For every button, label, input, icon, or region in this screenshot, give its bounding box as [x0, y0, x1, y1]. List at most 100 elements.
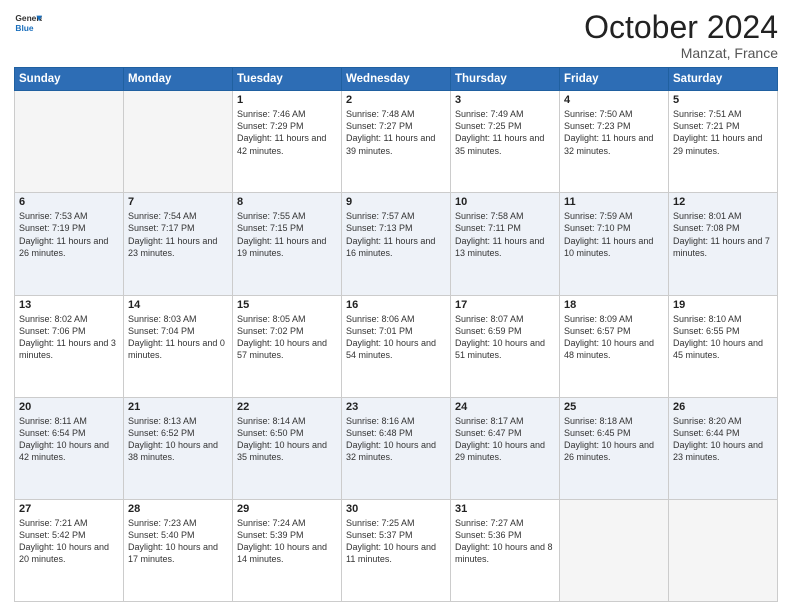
calendar-cell: 26 Sunrise: 8:20 AM Sunset: 6:44 PM Dayli…: [669, 397, 778, 499]
svg-text:Blue: Blue: [15, 23, 33, 33]
day-number: 1: [237, 94, 337, 106]
day-info: Sunrise: 7:46 AM Sunset: 7:29 PM Dayligh…: [237, 108, 337, 157]
title-block: October 2024 Manzat, France: [584, 10, 778, 61]
day-info: Sunrise: 7:53 AM Sunset: 7:19 PM Dayligh…: [19, 210, 119, 259]
day-number: 4: [564, 94, 664, 106]
day-info: Sunrise: 8:10 AM Sunset: 6:55 PM Dayligh…: [673, 313, 773, 362]
calendar-week-5: 27 Sunrise: 7:21 AM Sunset: 5:42 PM Dayli…: [15, 499, 778, 601]
calendar-cell: 24 Sunrise: 8:17 AM Sunset: 6:47 PM Dayli…: [451, 397, 560, 499]
day-info: Sunrise: 7:58 AM Sunset: 7:11 PM Dayligh…: [455, 210, 555, 259]
calendar-cell: 20Sunrise: 8:11 AM Sunset: 6:54 PM Dayli…: [15, 397, 124, 499]
calendar-cell: 2Sunrise: 7:48 AM Sunset: 7:27 PM Daylig…: [342, 91, 451, 193]
calendar-cell: 10 Sunrise: 7:58 AM Sunset: 7:11 PM Dayli…: [451, 193, 560, 295]
day-number: 5: [673, 94, 773, 106]
day-info: Sunrise: 7:21 AM Sunset: 5:42 PM Dayligh…: [19, 517, 119, 566]
day-info: Sunrise: 8:03 AM Sunset: 7:04 PM Dayligh…: [128, 313, 228, 362]
calendar-cell: [15, 91, 124, 193]
calendar-cell: 1 Sunrise: 7:46 AM Sunset: 7:29 PM Daylig…: [233, 91, 342, 193]
day-info: Sunrise: 8:01 AM Sunset: 7:08 PM Dayligh…: [673, 210, 773, 259]
calendar-header-monday: Monday: [124, 68, 233, 91]
calendar-header-wednesday: Wednesday: [342, 68, 451, 91]
day-info: Sunrise: 8:07 AM Sunset: 6:59 PM Dayligh…: [455, 313, 555, 362]
calendar-table: SundayMondayTuesdayWednesdayThursdayFrid…: [14, 67, 778, 602]
day-number: 25: [564, 401, 664, 413]
calendar-cell: 19 Sunrise: 8:10 AM Sunset: 6:55 PM Dayli…: [669, 295, 778, 397]
calendar-cell: [560, 499, 669, 601]
calendar-cell: 8 Sunrise: 7:55 AM Sunset: 7:15 PM Daylig…: [233, 193, 342, 295]
day-info: Sunrise: 8:20 AM Sunset: 6:44 PM Dayligh…: [673, 415, 773, 464]
day-info: Sunrise: 8:14 AM Sunset: 6:50 PM Dayligh…: [237, 415, 337, 464]
calendar-header-row: SundayMondayTuesdayWednesdayThursdayFrid…: [15, 68, 778, 91]
logo-icon: General Blue: [14, 10, 42, 38]
day-info: Sunrise: 8:09 AM Sunset: 6:57 PM Dayligh…: [564, 313, 664, 362]
day-number: 29: [237, 503, 337, 515]
calendar-cell: 21 Sunrise: 8:13 AM Sunset: 6:52 PM Dayli…: [124, 397, 233, 499]
day-info: Sunrise: 8:13 AM Sunset: 6:52 PM Dayligh…: [128, 415, 228, 464]
day-number: 17: [455, 299, 555, 311]
calendar-cell: 29 Sunrise: 7:24 AM Sunset: 5:39 PM Dayli…: [233, 499, 342, 601]
calendar-cell: 13Sunrise: 8:02 AM Sunset: 7:06 PM Dayli…: [15, 295, 124, 397]
day-number: 10: [455, 196, 555, 208]
day-number: 12: [673, 196, 773, 208]
day-number: 23: [346, 401, 446, 413]
day-number: 3: [455, 94, 555, 106]
calendar-cell: 16Sunrise: 8:06 AM Sunset: 7:01 PM Dayli…: [342, 295, 451, 397]
day-info: Sunrise: 7:57 AM Sunset: 7:13 PM Dayligh…: [346, 210, 446, 259]
day-number: 11: [564, 196, 664, 208]
day-number: 16: [346, 299, 446, 311]
day-info: Sunrise: 7:59 AM Sunset: 7:10 PM Dayligh…: [564, 210, 664, 259]
day-info: Sunrise: 7:25 AM Sunset: 5:37 PM Dayligh…: [346, 517, 446, 566]
calendar-cell: 12 Sunrise: 8:01 AM Sunset: 7:08 PM Dayli…: [669, 193, 778, 295]
day-info: Sunrise: 7:51 AM Sunset: 7:21 PM Dayligh…: [673, 108, 773, 157]
calendar-body: 1 Sunrise: 7:46 AM Sunset: 7:29 PM Daylig…: [15, 91, 778, 602]
calendar-header-sunday: Sunday: [15, 68, 124, 91]
calendar-cell: 9 Sunrise: 7:57 AM Sunset: 7:13 PM Daylig…: [342, 193, 451, 295]
day-info: Sunrise: 7:24 AM Sunset: 5:39 PM Dayligh…: [237, 517, 337, 566]
calendar-header-saturday: Saturday: [669, 68, 778, 91]
day-number: 2: [346, 94, 446, 106]
day-number: 22: [237, 401, 337, 413]
header: General Blue October 2024 Manzat, France: [14, 10, 778, 61]
calendar-header-friday: Friday: [560, 68, 669, 91]
day-info: Sunrise: 7:27 AM Sunset: 5:36 PM Dayligh…: [455, 517, 555, 566]
location-title: Manzat, France: [584, 45, 778, 61]
day-number: 30: [346, 503, 446, 515]
calendar-week-2: 6 Sunrise: 7:53 AM Sunset: 7:19 PM Daylig…: [15, 193, 778, 295]
day-info: Sunrise: 7:54 AM Sunset: 7:17 PM Dayligh…: [128, 210, 228, 259]
calendar-cell: 17 Sunrise: 8:07 AM Sunset: 6:59 PM Dayli…: [451, 295, 560, 397]
day-number: 8: [237, 196, 337, 208]
day-number: 26: [673, 401, 773, 413]
day-number: 18: [564, 299, 664, 311]
calendar-cell: 22 Sunrise: 8:14 AM Sunset: 6:50 PM Dayli…: [233, 397, 342, 499]
day-info: Sunrise: 7:55 AM Sunset: 7:15 PM Dayligh…: [237, 210, 337, 259]
day-number: 19: [673, 299, 773, 311]
day-number: 24: [455, 401, 555, 413]
day-number: 15: [237, 299, 337, 311]
day-number: 9: [346, 196, 446, 208]
day-info: Sunrise: 8:16 AM Sunset: 6:48 PM Dayligh…: [346, 415, 446, 464]
day-info: Sunrise: 8:18 AM Sunset: 6:45 PM Dayligh…: [564, 415, 664, 464]
day-number: 6: [19, 196, 119, 208]
day-info: Sunrise: 7:49 AM Sunset: 7:25 PM Dayligh…: [455, 108, 555, 157]
calendar-cell: 30 Sunrise: 7:25 AM Sunset: 5:37 PM Dayli…: [342, 499, 451, 601]
calendar-cell: 31 Sunrise: 7:27 AM Sunset: 5:36 PM Dayli…: [451, 499, 560, 601]
day-info: Sunrise: 8:17 AM Sunset: 6:47 PM Dayligh…: [455, 415, 555, 464]
day-number: 27: [19, 503, 119, 515]
calendar-cell: [124, 91, 233, 193]
calendar-week-3: 13Sunrise: 8:02 AM Sunset: 7:06 PM Dayli…: [15, 295, 778, 397]
calendar-cell: 3 Sunrise: 7:49 AM Sunset: 7:25 PM Daylig…: [451, 91, 560, 193]
calendar-header-tuesday: Tuesday: [233, 68, 342, 91]
calendar-cell: 15Sunrise: 8:05 AM Sunset: 7:02 PM Dayli…: [233, 295, 342, 397]
calendar-cell: 4Sunrise: 7:50 AM Sunset: 7:23 PM Daylig…: [560, 91, 669, 193]
day-number: 21: [128, 401, 228, 413]
calendar-cell: 14 Sunrise: 8:03 AM Sunset: 7:04 PM Dayli…: [124, 295, 233, 397]
day-info: Sunrise: 7:23 AM Sunset: 5:40 PM Dayligh…: [128, 517, 228, 566]
calendar-cell: [669, 499, 778, 601]
day-number: 31: [455, 503, 555, 515]
calendar-cell: 6 Sunrise: 7:53 AM Sunset: 7:19 PM Daylig…: [15, 193, 124, 295]
day-number: 28: [128, 503, 228, 515]
calendar-cell: 27 Sunrise: 7:21 AM Sunset: 5:42 PM Dayli…: [15, 499, 124, 601]
day-number: 13: [19, 299, 119, 311]
day-number: 14: [128, 299, 228, 311]
calendar-week-4: 20Sunrise: 8:11 AM Sunset: 6:54 PM Dayli…: [15, 397, 778, 499]
